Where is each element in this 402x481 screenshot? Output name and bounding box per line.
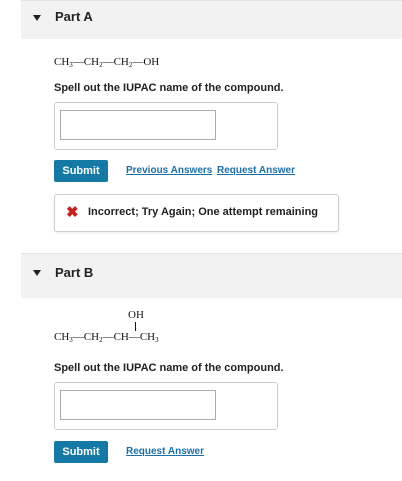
part-b-formula: CH3—CH2—CH—CH3 (54, 331, 159, 344)
part-a-prompt: Spell out the IUPAC name of the compound… (54, 82, 284, 94)
part-b-answer-input[interactable] (60, 390, 216, 420)
part-b-header[interactable]: Part B (21, 253, 402, 298)
part-a-formula: CH3—CH2—CH2—OH (54, 56, 160, 69)
part-b-prompt: Spell out the IUPAC name of the compound… (54, 362, 284, 374)
part-a-request-answer-link[interactable]: Request Answer (217, 165, 295, 176)
part-a-header[interactable]: Part A (21, 0, 402, 39)
part-a-answer-box (54, 102, 278, 150)
x-icon: ✖ (66, 204, 79, 221)
feedback-text: Incorrect; Try Again; One attempt remain… (88, 206, 319, 218)
part-b-formula-oh: OH (128, 309, 144, 321)
part-b-request-answer-link[interactable]: Request Answer (126, 446, 204, 457)
part-a-submit-button[interactable]: Submit (54, 160, 108, 182)
caret-down-icon[interactable] (33, 15, 41, 21)
part-b-answer-box (54, 382, 278, 430)
previous-answers-link[interactable]: Previous Answers (126, 165, 212, 176)
part-a-answer-input[interactable] (60, 110, 216, 140)
caret-down-icon[interactable] (33, 270, 41, 276)
part-b-bond-line (135, 322, 136, 331)
part-a-title: Part A (55, 9, 93, 24)
part-b-title: Part B (55, 265, 94, 280)
feedback-message: ✖ Incorrect; Try Again; One attempt rema… (54, 194, 339, 232)
part-b-submit-button[interactable]: Submit (54, 441, 108, 463)
